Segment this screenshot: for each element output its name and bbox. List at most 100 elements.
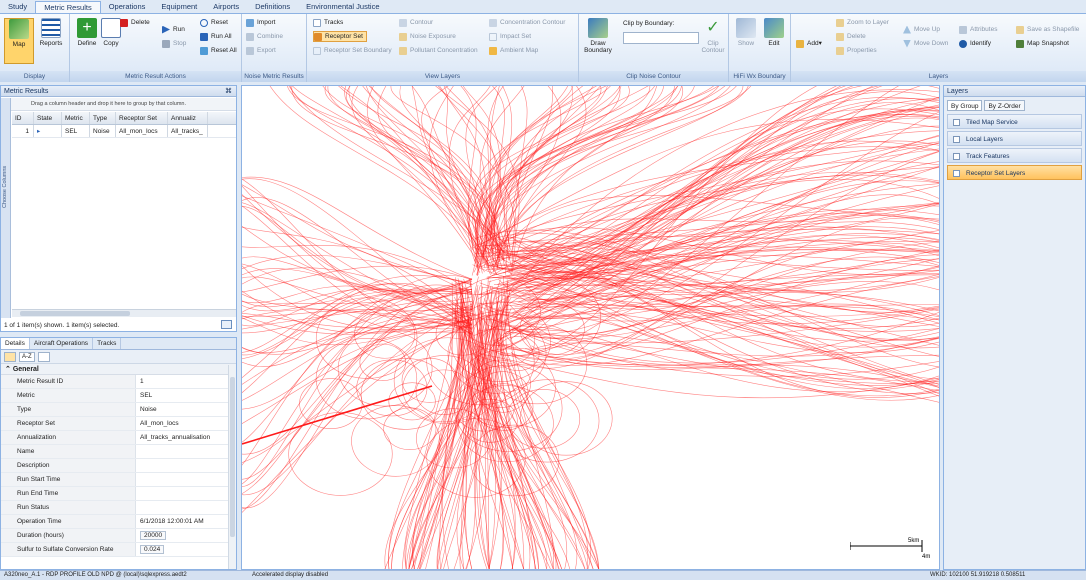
save-as-shapefile-button[interactable]: Save as Shapefile [1016, 24, 1079, 35]
checkbox-icon[interactable] [953, 170, 960, 177]
reports-button-label: Reports [39, 40, 63, 47]
tab-by-group[interactable]: By Group [947, 100, 983, 111]
layer-item-receptor-set-layers[interactable]: Receptor Set Layers [947, 165, 1082, 180]
layer-item-track-features[interactable]: Track Features [947, 148, 1082, 163]
tab-airports[interactable]: Airports [205, 1, 247, 13]
prop-row[interactable]: Type Noise [1, 403, 236, 417]
receptor-set-icon [314, 32, 322, 41]
prop-value [136, 445, 236, 458]
pollutant-concentration-toggle[interactable]: Pollutant Concentration [399, 45, 478, 56]
prop-row[interactable]: Receptor Set All_mon_locs [1, 417, 236, 431]
tab-definitions[interactable]: Definitions [247, 1, 298, 13]
hifi-edit-button[interactable]: Edit [759, 18, 789, 47]
clip-contour-button[interactable]: ✓ Clip Contour [699, 18, 727, 54]
grid-horizontal-scrollbar[interactable] [12, 309, 236, 317]
col-annualization[interactable]: Annualiz [168, 112, 208, 124]
add-layer-button[interactable]: Add ▾ [796, 38, 822, 49]
tracks-toggle[interactable]: Tracks [313, 17, 343, 28]
prop-row[interactable]: Run End Time [1, 487, 236, 501]
move-up-button[interactable]: Move Up [903, 24, 940, 35]
tab-study[interactable]: Study [0, 1, 35, 13]
attributes-button[interactable]: Attributes [959, 24, 997, 35]
general-section[interactable]: ⌃ General [1, 364, 236, 375]
cell-annualization: All_tracks_ [168, 125, 208, 137]
impact-set-toggle[interactable]: Impact Set [489, 31, 531, 42]
run-all-button[interactable]: Run All [200, 31, 232, 42]
categorized-icon[interactable] [4, 351, 16, 362]
col-type[interactable]: Type [90, 112, 116, 124]
prop-key: Type [1, 403, 136, 416]
prop-row[interactable]: Run Start Time [1, 473, 236, 487]
clip-boundary-select[interactable] [623, 32, 699, 44]
pin-icon[interactable]: ⌘ [225, 86, 232, 97]
noise-exposure-toggle[interactable]: Noise Exposure [399, 31, 456, 42]
prop-row[interactable]: Sulfur to Sulfate Conversion Rate 0.024 [1, 543, 236, 557]
layer-item-local-layers[interactable]: Local Layers [947, 131, 1082, 146]
scroll-thumb[interactable] [20, 311, 130, 316]
layer-properties-button[interactable]: Properties [836, 45, 877, 56]
prop-key: Name [1, 445, 136, 458]
map-button[interactable]: Map [4, 18, 34, 64]
col-receptor-set[interactable]: Receptor Set [116, 112, 168, 124]
checkbox-icon[interactable] [953, 136, 960, 143]
tab-equipment[interactable]: Equipment [153, 1, 205, 13]
tab-by-z-order[interactable]: By Z-Order [984, 100, 1025, 111]
prop-value-box[interactable]: 0.024 [136, 543, 236, 556]
status-display: Accelerated display disabled [252, 572, 329, 578]
hifi-show-button[interactable]: Show [731, 18, 761, 47]
checkbox-icon[interactable] [953, 119, 960, 126]
checkbox-icon[interactable] [953, 153, 960, 160]
prop-row[interactable]: Operation Time 6/1/2018 12:00:01 AM [1, 515, 236, 529]
draw-boundary-button[interactable]: Draw Boundary [581, 18, 615, 54]
property-pages-icon[interactable] [37, 351, 50, 362]
reset-button[interactable]: Reset [200, 17, 228, 28]
prop-value: SEL [140, 392, 153, 399]
receptor-set-toggle[interactable]: Receptor Set [313, 31, 367, 42]
receptor-set-boundary-toggle[interactable]: Receptor Set Boundary [313, 45, 392, 56]
import-button[interactable]: Import [246, 17, 275, 28]
table-row[interactable]: 1 ▸ SEL Noise All_mon_locs All_tracks_ [12, 125, 236, 138]
export-grid-icon[interactable] [221, 320, 232, 329]
prop-row[interactable]: Duration (hours) 20000 [1, 529, 236, 543]
col-state[interactable]: State [34, 112, 62, 124]
group-by-area[interactable]: Drag a column header and drop it here to… [11, 98, 236, 111]
prop-row[interactable]: Metric SEL [1, 389, 236, 403]
identify-button[interactable]: Identify [959, 38, 991, 49]
move-down-button[interactable]: Move Down [903, 38, 948, 49]
tab-tracks[interactable]: Tracks [93, 338, 122, 349]
grid-header: ID State Metric Type Receptor Set Annual… [12, 112, 236, 125]
stop-button[interactable]: Stop [162, 38, 186, 49]
delete-layer-button[interactable]: Delete [836, 31, 866, 42]
prop-row[interactable]: Description [1, 459, 236, 473]
tab-operations[interactable]: Operations [101, 1, 154, 13]
alphabetical-sort-button[interactable]: A-Z [19, 351, 35, 362]
concentration-contour-toggle[interactable]: Concentration Contour [489, 17, 565, 28]
col-metric[interactable]: Metric [62, 112, 90, 124]
layer-item-tiled-map-service[interactable]: Tiled Map Service [947, 114, 1082, 129]
tab-aircraft-operations[interactable]: Aircraft Operations [30, 338, 94, 349]
tab-details[interactable]: Details [1, 338, 30, 349]
tab-metric-results[interactable]: Metric Results [35, 1, 101, 13]
prop-row[interactable]: Metric Result ID 1 [1, 375, 236, 389]
reset-all-button[interactable]: Reset All [200, 45, 237, 56]
export-button[interactable]: Export [246, 45, 276, 56]
prop-row[interactable]: Name [1, 445, 236, 459]
tab-environmental-justice[interactable]: Environmental Justice [298, 1, 387, 13]
col-id[interactable]: ID [12, 112, 34, 124]
ambient-map-toggle[interactable]: Ambient Map [489, 45, 538, 56]
map-snapshot-button[interactable]: Map Snapshot [1016, 38, 1069, 49]
zoom-to-layer-button[interactable]: Zoom to Layer [836, 17, 889, 28]
prop-value-box[interactable]: 20000 [136, 529, 236, 542]
scroll-thumb[interactable] [230, 377, 235, 537]
combine-button[interactable]: Combine [246, 31, 283, 42]
reports-button[interactable]: Reports [36, 18, 66, 47]
property-scrollbar[interactable] [228, 365, 236, 569]
contour-toggle[interactable]: Contour [399, 17, 433, 28]
delete-button[interactable]: Delete [120, 17, 150, 28]
prop-row[interactable]: Annualization All_tracks_annualisation [1, 431, 236, 445]
choose-columns-strip[interactable]: Choose Columns [1, 98, 11, 318]
prop-row[interactable]: Run Status [1, 501, 236, 515]
map-view[interactable] [241, 85, 940, 570]
run-button[interactable]: Run [162, 24, 185, 35]
map-icon [9, 19, 29, 39]
